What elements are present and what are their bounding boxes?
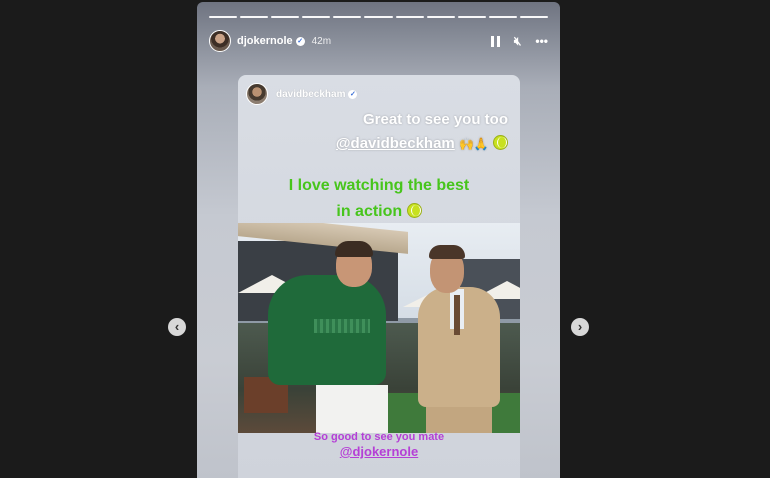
original-post-header: davidbeckham ✓ [246,83,358,105]
more-icon[interactable]: ••• [535,34,548,48]
verified-badge-icon: ✓ [348,89,358,99]
reposted-story-card[interactable]: davidbeckham ✓ Great to see you too @dav… [238,75,520,478]
progress-segment [426,16,455,18]
pause-icon[interactable] [490,35,500,47]
chevron-left-icon: ‹ [174,319,180,334]
mention-link[interactable]: @davidbeckham [336,135,455,152]
raised-hands-pray-emoji: 🙌🙏 [458,137,489,151]
caption-purple-line: So good to see you mate [313,431,445,443]
mute-icon[interactable]: 🔇︎ [514,34,522,49]
story-frame[interactable]: djokernole ✓ 42m 🔇︎ ••• davidbeckham ✓ G… [197,2,560,478]
caption-green-line: I love watching the best [288,177,470,194]
progress-segment [519,16,549,18]
story-header: djokernole ✓ 42m 🔇︎ ••• [209,28,548,54]
progress-segment [209,16,238,18]
chevron-right-icon: › [577,319,583,334]
progress-segment [271,16,300,18]
avatar[interactable] [209,30,231,52]
caption-reply: Great to see you too @davidbeckham 🙌🙏 [238,108,520,156]
original-username[interactable]: davidbeckham [276,89,345,100]
caption-green: I love watching the best in action [238,173,520,225]
caption-purple: So good to see you mate @djokernole [238,431,520,460]
progress-segment [302,16,331,18]
story-progress-bar [209,16,549,18]
original-avatar[interactable] [246,83,268,105]
verified-badge-icon: ✓ [295,36,305,46]
tennis-ball-icon [406,203,422,218]
caption-reply-line: Great to see you too [362,111,508,128]
progress-segment [364,16,393,18]
progress-segment [240,16,269,18]
mention-link[interactable]: @djokernole [238,444,520,460]
story-username[interactable]: djokernole [237,35,293,47]
next-story-button[interactable]: › [571,318,589,336]
story-timestamp: 42m [311,35,332,47]
story-controls: 🔇︎ ••• [490,34,548,49]
progress-segment [488,16,517,18]
progress-segment [395,16,424,18]
progress-segment [333,16,362,18]
caption-green-line: in action [336,203,403,220]
story-photo [238,223,520,433]
progress-segment [457,16,486,18]
tennis-ball-icon [493,135,508,150]
previous-story-button[interactable]: ‹ [168,318,186,336]
